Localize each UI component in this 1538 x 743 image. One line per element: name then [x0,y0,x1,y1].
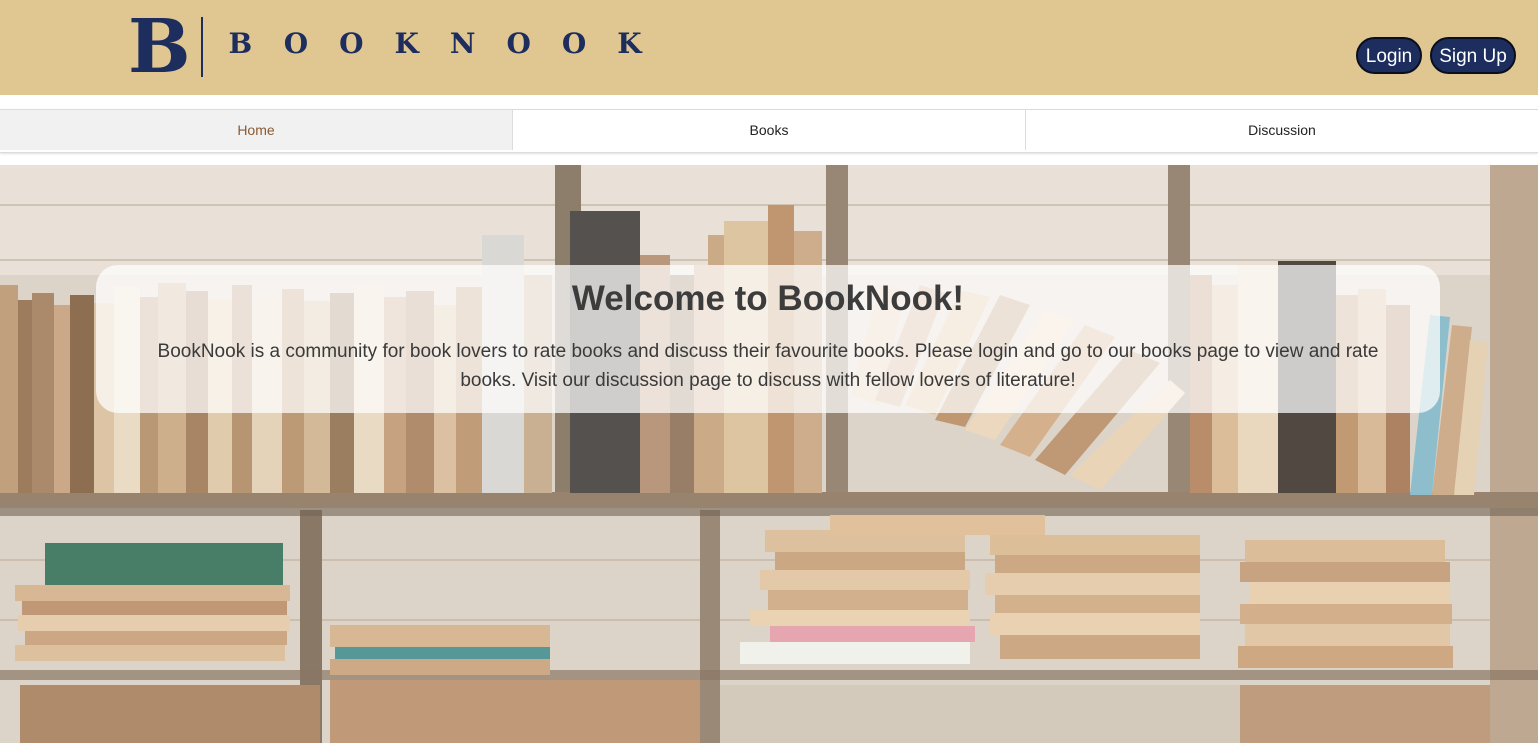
logo-mark: B [128,4,191,90]
login-button[interactable]: Login [1356,37,1422,74]
tab-discussion[interactable]: Discussion [1025,110,1538,150]
welcome-text: BookNook is a community for book lovers … [157,341,1379,391]
bookshelf-background-image [0,165,1538,743]
hero-banner: Welcome to BookNook! BookNook is a commu… [0,165,1538,743]
logo-divider [200,17,203,77]
logo-wordmark: BOOKNOOK [228,27,673,60]
signup-button[interactable]: Sign Up [1430,37,1516,74]
welcome-card: Welcome to BookNook! BookNook is a commu… [96,265,1440,413]
tab-books[interactable]: Books [512,110,1025,150]
booknook-logo[interactable]: B BOOKNOOK [128,4,673,90]
tab-home[interactable]: Home [0,110,512,150]
main-nav: Home Books Discussion [0,109,1538,153]
welcome-heading: Welcome to BookNook! [571,279,965,318]
site-header: B BOOKNOOK Login Sign Up [0,0,1538,95]
